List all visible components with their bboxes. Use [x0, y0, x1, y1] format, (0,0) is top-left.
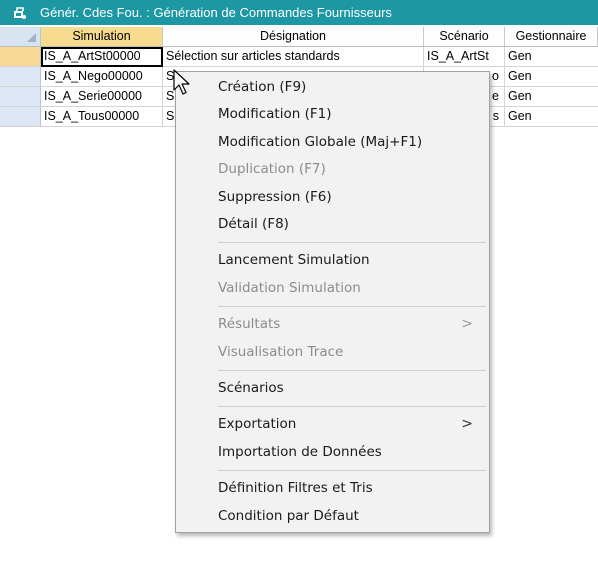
cell-gestionnaire[interactable]: Gen: [505, 107, 598, 127]
cell-simulation[interactable]: IS_A_Serie00000: [41, 87, 163, 107]
menu-item-label: Lancement Simulation: [218, 252, 370, 268]
submenu-arrow-icon: >: [461, 416, 473, 432]
mouse-pointer-icon: [173, 69, 190, 95]
menu-item-label: Définition Filtres et Tris: [218, 480, 373, 496]
cell-simulation[interactable]: IS_A_Tous00000: [41, 107, 163, 127]
menu-item-label: Condition par Défaut: [218, 508, 359, 524]
menu-item-suppression[interactable]: Suppression (F6): [176, 184, 489, 211]
menu-item-label: Modification Globale (Maj+F1): [218, 134, 423, 150]
menu-item-detail[interactable]: Détail (F8): [176, 211, 489, 238]
grid-header-row: Simulation Désignation Scénario Gestionn…: [0, 27, 598, 47]
menu-item-label: Importation de Données: [218, 444, 382, 460]
menu-item-lancement-simulation[interactable]: Lancement Simulation: [176, 247, 489, 274]
cell-scenario[interactable]: IS_A_ArtSt: [424, 47, 505, 67]
menu-item-label: Scénarios: [218, 380, 284, 396]
menu-item-definition-filtres[interactable]: Définition Filtres et Tris: [176, 475, 489, 502]
submenu-arrow-icon: >: [461, 316, 473, 332]
menu-item-exportation[interactable]: Exportation >: [176, 411, 489, 438]
menu-item-label: Suppression (F6): [218, 189, 332, 205]
menu-item-validation-simulation: Validation Simulation: [176, 275, 489, 302]
menu-item-label: Duplication (F7): [218, 161, 326, 177]
menu-separator: [218, 242, 486, 243]
menu-item-creation[interactable]: Création (F9): [176, 74, 489, 101]
menu-item-label: Création (F9): [218, 79, 307, 95]
cell-simulation[interactable]: IS_A_Nego00000: [41, 67, 163, 87]
column-header-designation[interactable]: Désignation: [163, 27, 424, 47]
select-all-corner[interactable]: [0, 27, 41, 47]
menu-item-label: Validation Simulation: [218, 280, 361, 296]
menu-item-scenarios[interactable]: Scénarios: [176, 375, 489, 402]
table-row[interactable]: IS_A_ArtSt00000 Sélection sur articles s…: [0, 47, 598, 67]
menu-separator: [218, 406, 486, 407]
cell-simulation[interactable]: IS_A_ArtSt00000: [41, 47, 163, 67]
app-icon[interactable]: [8, 2, 30, 24]
row-selector[interactable]: [0, 87, 41, 107]
menu-item-label: Modification (F1): [218, 106, 332, 122]
menu-separator: [218, 470, 486, 471]
menu-item-modification-globale[interactable]: Modification Globale (Maj+F1): [176, 129, 489, 156]
menu-separator: [218, 306, 486, 307]
context-menu: Création (F9) Modification (F1) Modifica…: [175, 71, 490, 533]
column-header-scenario[interactable]: Scénario: [424, 27, 505, 47]
row-selector[interactable]: [0, 47, 41, 67]
cell-gestionnaire[interactable]: Gen: [505, 47, 598, 67]
cell-gestionnaire[interactable]: Gen: [505, 67, 598, 87]
column-header-gestionnaire[interactable]: Gestionnaire: [505, 27, 598, 47]
menu-item-duplication: Duplication (F7): [176, 156, 489, 183]
menu-item-resultats: Résultats >: [176, 311, 489, 338]
menu-item-label: Résultats: [218, 316, 281, 332]
menu-item-label: Exportation: [218, 416, 297, 432]
cell-gestionnaire[interactable]: Gen: [505, 87, 598, 107]
menu-item-condition-defaut[interactable]: Condition par Défaut: [176, 503, 489, 530]
window-title: Génér. Cdes Fou. : Génération de Command…: [40, 5, 392, 20]
row-selector[interactable]: [0, 67, 41, 87]
column-header-simulation[interactable]: Simulation: [41, 27, 163, 47]
menu-item-importation-donnees[interactable]: Importation de Données: [176, 439, 489, 466]
menu-separator: [218, 370, 486, 371]
menu-item-label: Détail (F8): [218, 216, 289, 232]
menu-item-modification[interactable]: Modification (F1): [176, 101, 489, 128]
title-bar: Génér. Cdes Fou. : Génération de Command…: [0, 0, 598, 25]
row-selector[interactable]: [0, 107, 41, 127]
menu-item-visualisation-trace: Visualisation Trace: [176, 339, 489, 366]
cell-designation[interactable]: Sélection sur articles standards: [163, 47, 424, 67]
menu-item-label: Visualisation Trace: [218, 344, 344, 360]
